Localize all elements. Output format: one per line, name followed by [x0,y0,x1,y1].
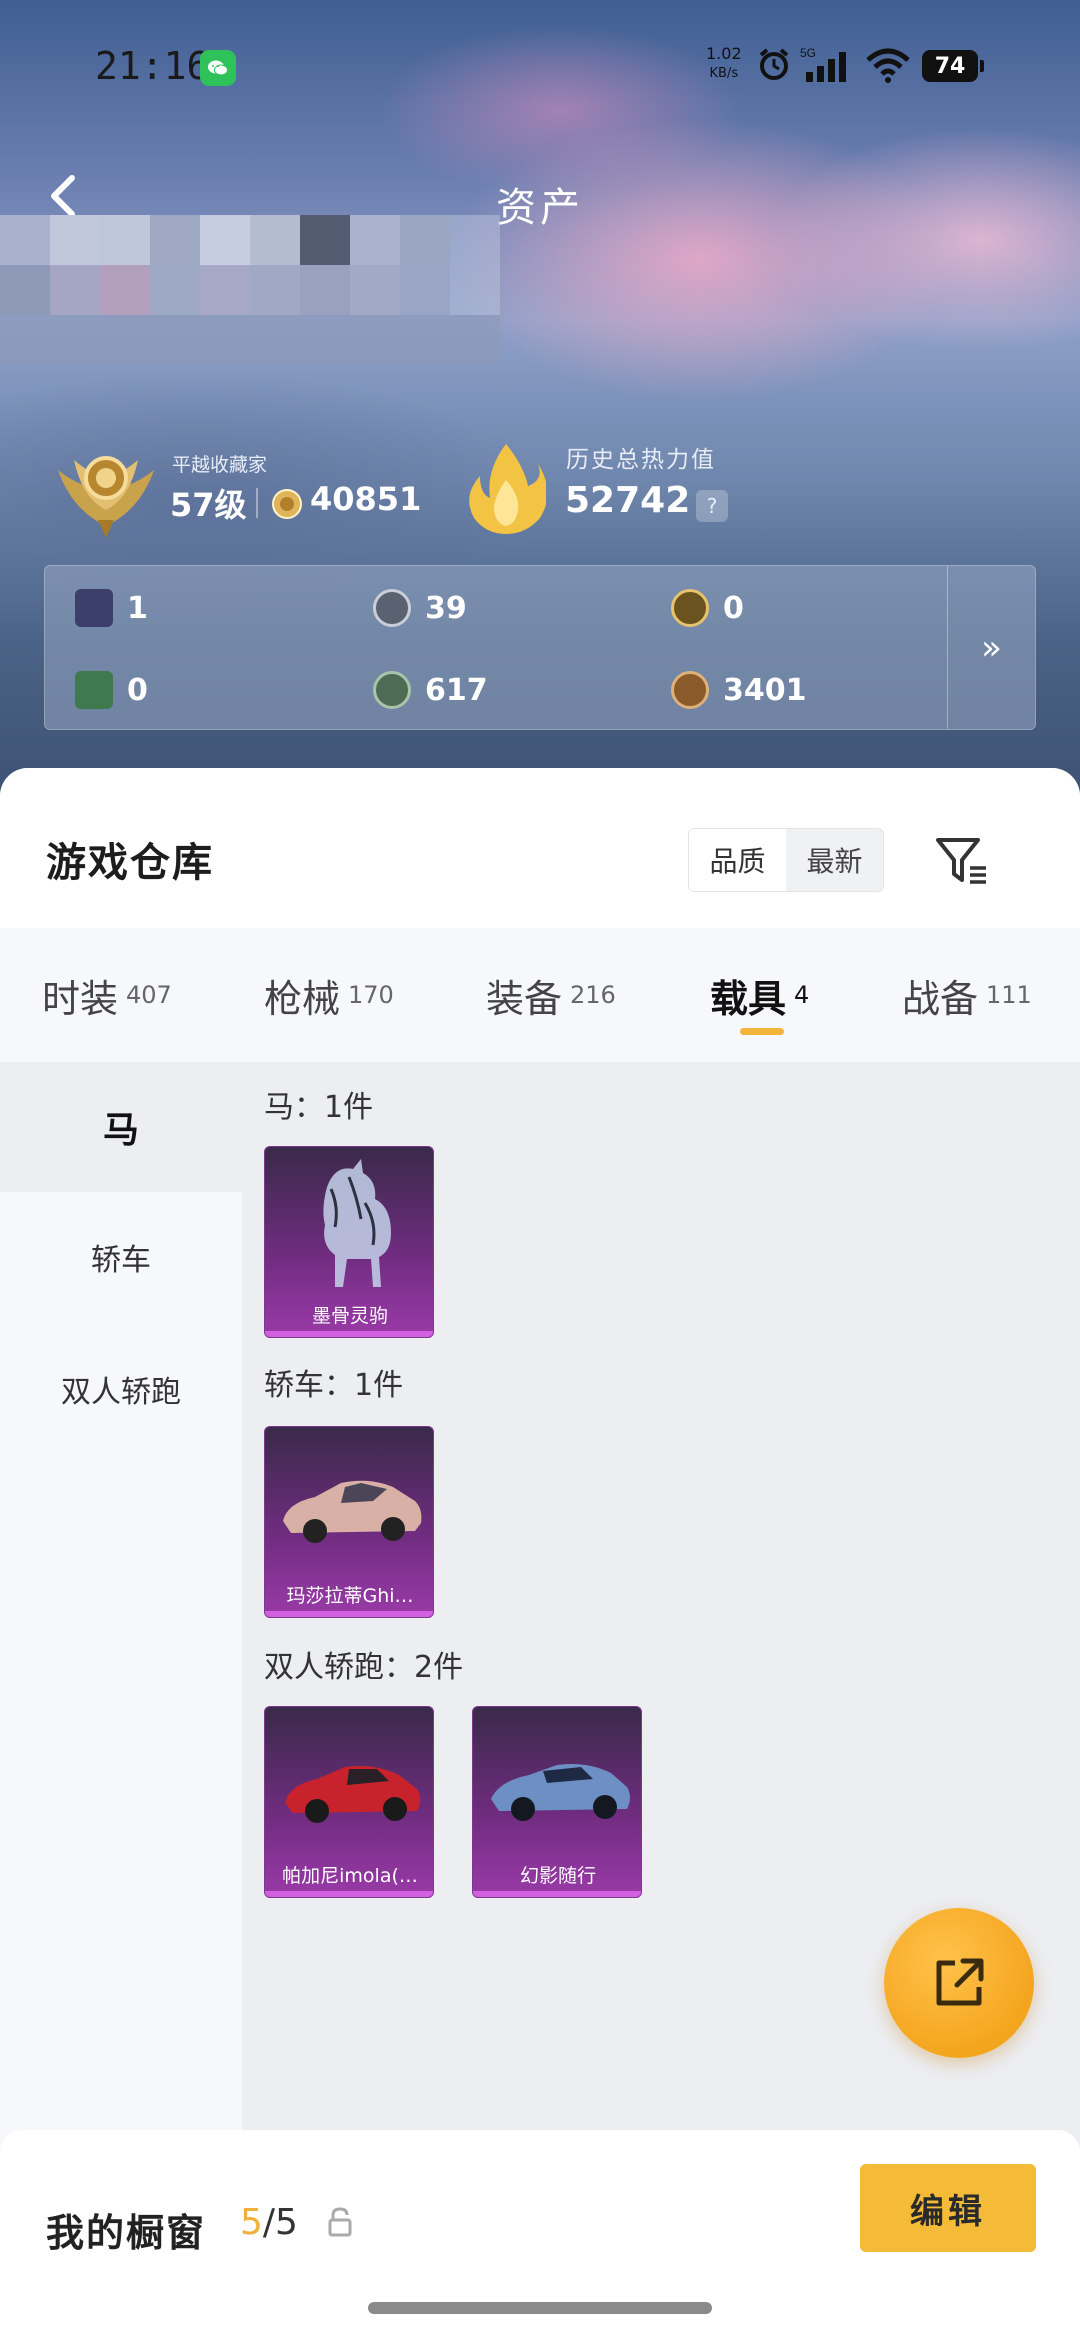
horse-art-icon [323,1159,391,1287]
bronze-coin-icon [671,671,709,709]
item-card[interactable]: 幻影随行 [472,1706,642,1898]
rarity-bar [265,1891,433,1897]
tab-count: 4 [794,981,810,1009]
share-button[interactable] [884,1908,1034,2058]
net-speed-value: 1.02 [706,44,742,63]
currency-more-button[interactable]: » [947,566,1035,729]
tab-vehicles[interactable]: 载具 4 [710,928,809,1062]
net-speed: 1.02 KB/s [706,44,742,84]
item-card[interactable]: 帕加尼imola(… [264,1706,434,1898]
currency-value: 3401 [723,672,807,708]
wechat-icon [200,50,236,86]
currency-item: 0 [75,668,148,712]
blurred-profile-area [0,215,500,415]
heat-caption: 历史总热力值 [566,447,716,473]
card-icon [75,589,113,627]
tab-battle-gear[interactable]: 战备 111 [902,928,1032,1062]
help-icon[interactable]: ? [696,490,728,522]
lock-icon [328,2207,352,2237]
group-title: 双人轿跑：2件 [264,1650,464,1685]
red-coupe-art-icon [285,1766,420,1823]
sidebar-item-sedan[interactable]: 轿车 [0,1192,242,1322]
green-ticket-icon [75,671,113,709]
alarm-icon [759,48,789,80]
net-speed-unit: KB/s [709,66,739,81]
player-level: 57级 [170,486,247,524]
wifi-icon [866,48,910,83]
rank-divider [256,488,258,518]
showcase-used: 5 [240,2202,263,2243]
battery-indicator: 74 [922,50,984,82]
item-name: 幻影随行 [519,1864,596,1887]
item-card[interactable]: 玛莎拉蒂Ghi… [264,1426,434,1618]
status-time: 21:16 [95,44,210,88]
currency-value: 1 [127,590,148,626]
showcase-count: 5/5 [240,2202,298,2243]
tab-label: 时装 [42,976,119,1021]
rank-coin-icon [272,489,302,519]
item-name: 墨骨灵驹 [311,1304,388,1327]
currency-item: 39 [373,586,467,630]
currency-value: 0 [127,672,148,708]
item-name: 玛莎拉蒂Ghi… [286,1584,414,1607]
item-name: 帕加尼imola(… [282,1864,418,1887]
rarity-bar [473,1891,641,1897]
tab-count: 216 [570,981,616,1009]
showcase-total: /5 [262,2202,298,2243]
share-icon [936,1958,984,2006]
showcase-label: 我的橱窗 [46,2211,207,2255]
warehouse-title: 游戏仓库 [46,840,214,886]
currency-panel: 1 39 0 0 617 3401 » [44,565,1036,730]
currency-value: 39 [425,590,467,626]
sidebar-item-coupe[interactable]: 双人轿跑 [0,1324,242,1454]
currency-item: 3401 [671,668,807,712]
sort-newest-button[interactable]: 最新 [786,829,883,891]
signal-icon: 5G [800,46,846,82]
active-tab-indicator [740,1028,784,1035]
blue-coupe-art-icon [491,1764,630,1821]
rarity-bar [265,1611,433,1617]
hero-banner: 21:16 1.02 KB/s 5G 74 资产 平越收藏家 57级 40851… [0,0,1080,800]
tab-equipment[interactable]: 装备 216 [486,928,616,1062]
status-bar: 21:16 1.02 KB/s 5G 74 [0,0,1080,130]
warehouse-header: 游戏仓库 品质 最新 [0,768,1080,928]
sidebar-item-horse[interactable]: 马 [0,1062,242,1192]
tab-label: 战备 [902,976,979,1021]
currency-item: 1 [75,586,148,630]
tab-count: 111 [986,981,1032,1009]
currency-value: 617 [425,672,488,708]
home-indicator[interactable] [368,2302,712,2314]
collection-points: 40851 [310,480,422,518]
tab-label: 载具 [710,976,787,1021]
silver-coin-icon [373,589,411,627]
item-card[interactable]: 墨骨灵驹 [264,1146,434,1338]
rank-emblem-icon [58,456,154,538]
sort-toggle: 品质 最新 [688,828,884,892]
tab-firearms[interactable]: 枪械 170 [264,928,394,1062]
network-type: 5G [800,46,816,60]
tab-label: 装备 [486,976,563,1021]
currency-value: 0 [723,590,744,626]
heat-value: 52742 [565,480,691,521]
group-title: 马：1件 [264,1090,374,1125]
warehouse-sheet: 游戏仓库 品质 最新 时装 407 枪械 170 装备 216 载具 4 战备 … [0,768,1080,2339]
category-tabs: 时装 407 枪械 170 装备 216 载具 4 战备 111 [0,928,1080,1062]
group-title: 轿车：1件 [264,1368,404,1403]
green-coin-icon [373,671,411,709]
tab-fashion[interactable]: 时装 407 [42,928,172,1062]
rank-caption: 平越收藏家 [172,454,268,476]
gold-token-icon [671,589,709,627]
showcase-bar: 我的橱窗 5/5 编辑 [0,2130,1080,2339]
tab-count: 407 [126,981,172,1009]
currency-item: 0 [671,586,744,630]
edit-showcase-button[interactable]: 编辑 [860,2164,1036,2252]
sort-quality-button[interactable]: 品质 [689,829,786,891]
filter-icon[interactable] [932,832,992,892]
sedan-art-icon [283,1480,422,1543]
tab-count: 170 [348,981,394,1009]
rarity-bar [265,1331,433,1337]
tab-label: 枪械 [264,976,341,1021]
currency-item: 617 [373,668,488,712]
heat-flame-icon [469,444,546,534]
